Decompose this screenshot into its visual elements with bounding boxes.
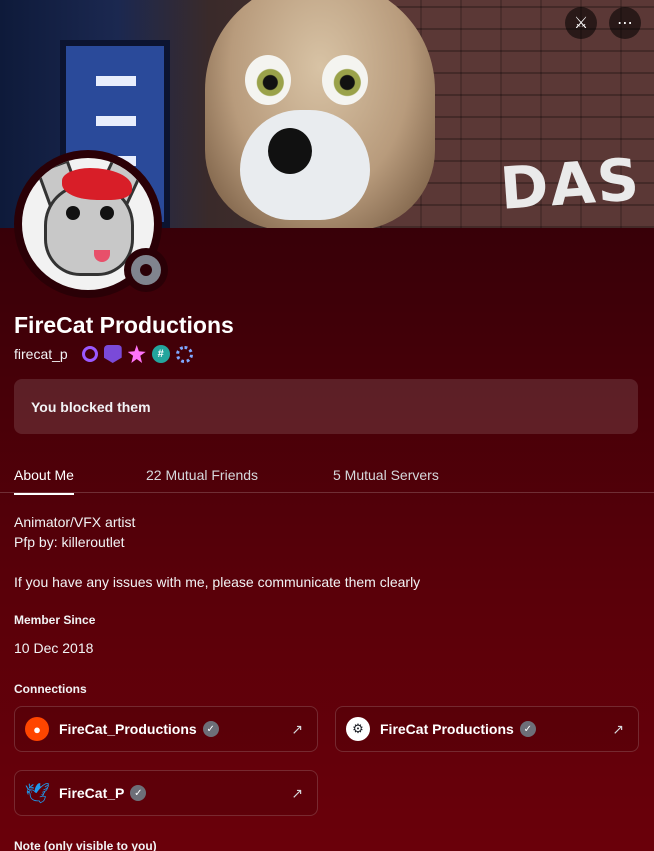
external-link-icon[interactable]: ↗ <box>291 785 303 802</box>
active-developer-badge-icon[interactable] <box>175 345 193 363</box>
avatar[interactable] <box>14 150 168 298</box>
username-row: firecat_p # <box>14 345 199 363</box>
banner-arrow <box>96 116 136 138</box>
connection-steam[interactable]: ⚙ FireCat Productions ✓ ↗ <box>335 706 639 752</box>
external-link-icon[interactable]: ↗ <box>612 721 624 738</box>
avatar-eye <box>66 206 80 220</box>
connection-reddit[interactable]: ● FireCat_Productions ✓ ↗ <box>14 706 318 752</box>
banner-mascot-eye <box>245 55 291 105</box>
reddit-icon: ● <box>25 717 49 741</box>
more-icon: ⋯ <box>617 15 633 32</box>
bio-line: Pfp by: killeroutlet <box>14 534 125 550</box>
member-since-date: 10 Dec 2018 <box>14 640 94 656</box>
connection-name: FireCat_P <box>59 785 125 801</box>
connection-twitter[interactable]: 🕊 FireCat_P ✓ ↗ <box>14 770 318 816</box>
connection-name: FireCat Productions <box>380 721 514 737</box>
more-options-button[interactable]: ⋯ <box>609 7 641 39</box>
tab-mutual-friends[interactable]: 22 Mutual Friends <box>146 467 258 493</box>
avatar-eye <box>100 206 114 220</box>
bio-line: If you have any issues with me, please c… <box>14 574 421 590</box>
external-link-icon[interactable]: ↗ <box>291 721 303 738</box>
tab-mutual-servers[interactable]: 5 Mutual Servers <box>333 467 439 493</box>
game-controller-icon: ⚔ <box>573 15 589 32</box>
banner-arrow <box>96 76 136 98</box>
connections-title: Connections <box>14 682 87 696</box>
bio-line: Animator/VFX artist <box>14 514 136 530</box>
note-title: Note (only visible to you) <box>14 839 157 851</box>
banner-mascot-eye <box>322 55 368 105</box>
completed-quest-badge-icon[interactable]: # <box>151 345 170 363</box>
offline-status-icon <box>131 255 161 285</box>
blocked-notice: You blocked them <box>14 379 638 434</box>
banner-sign-text: DAS <box>497 145 644 223</box>
bio-line <box>14 552 420 572</box>
verified-icon: ✓ <box>130 785 147 801</box>
profile-tabs: About Me 22 Mutual Friends 5 Mutual Serv… <box>0 458 654 495</box>
twitter-icon: 🕊 <box>24 782 50 805</box>
verified-icon: ✓ <box>519 721 536 737</box>
steam-icon: ⚙ <box>346 717 370 741</box>
banner-mascot-nose <box>268 128 312 174</box>
tab-about-me[interactable]: About Me <box>14 467 74 495</box>
boost-badge-icon[interactable] <box>127 345 146 363</box>
verified-icon: ✓ <box>202 721 219 737</box>
nitro-badge-icon[interactable] <box>81 346 98 362</box>
member-since-title: Member Since <box>14 613 96 627</box>
hypesquad-badge-icon[interactable] <box>103 345 122 363</box>
game-controller-button[interactable]: ⚔ <box>565 7 597 39</box>
status-indicator <box>124 248 168 292</box>
blocked-notice-text: You blocked them <box>31 398 151 415</box>
bio: Animator/VFX artist Pfp by: killeroutlet… <box>14 512 420 592</box>
display-name: FireCat Productions <box>14 312 234 338</box>
username[interactable]: firecat_p <box>14 346 68 362</box>
connection-name: FireCat_Productions <box>59 721 197 737</box>
